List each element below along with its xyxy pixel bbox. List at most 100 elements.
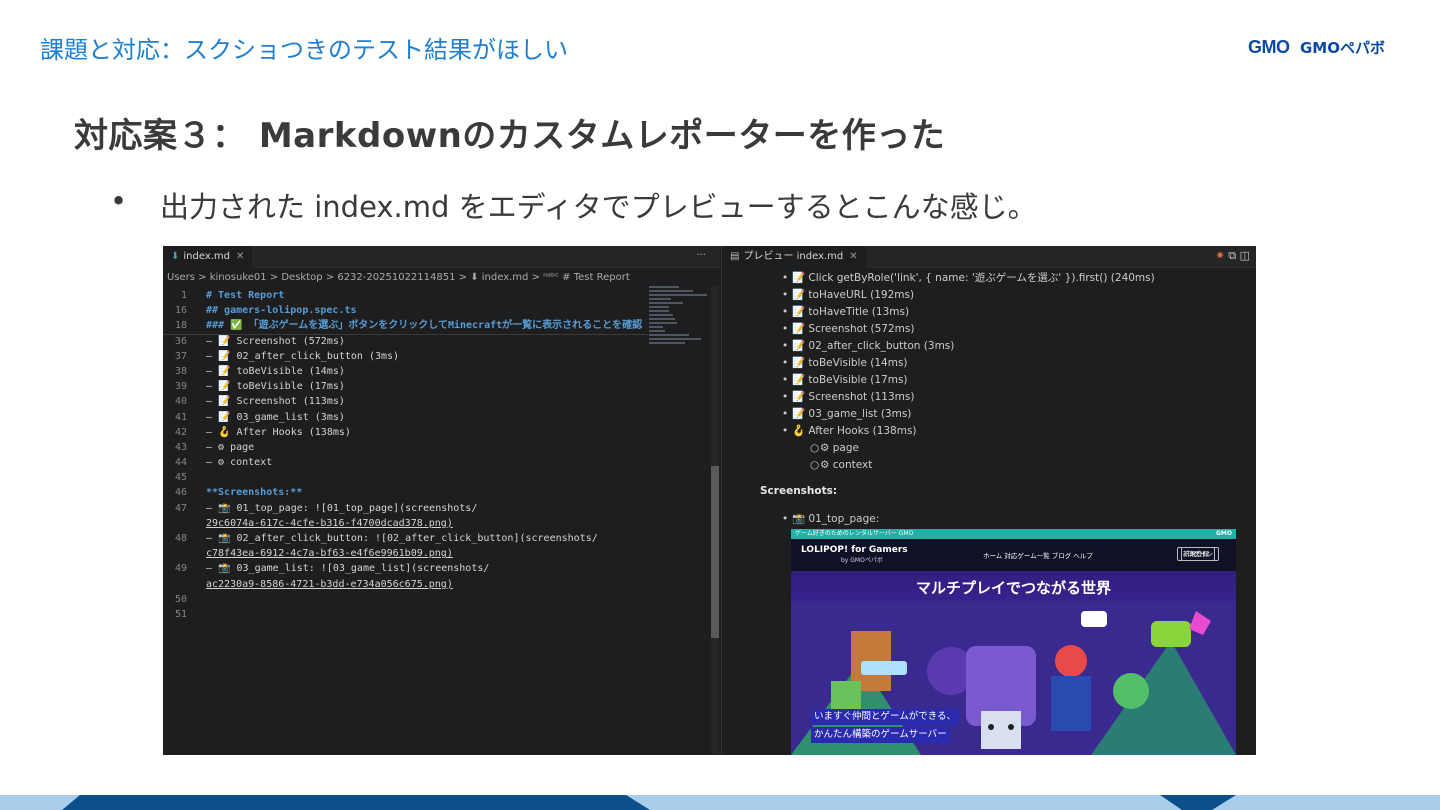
line-number: 48 [174,533,187,544]
code-line[interactable]: c78f43ea-6912-4c7a-bf63-e4f6e9961b09.png… [163,546,713,561]
preview-list-item: • 📝 03_game_list (3ms) [722,406,1256,423]
site-nav: LOLIPOP! for Gamers by GMOペパボ ホーム 対応ゲーム一… [791,539,1236,571]
preview-item-text: 📝 toBeVisible (17ms) [792,374,908,386]
preview-sub-item-text: ⚙ context [820,459,873,471]
code-line[interactable]: 29c6074a-617c-4cfe-b316-f4700dcad378.png… [163,516,713,531]
line-number: 45 [174,472,187,484]
code-line[interactable]: 16 ## gamers-lolipop.spec.ts [163,303,713,318]
sub-bullet-dot: ○ [810,459,820,471]
code-line[interactable]: 38 – 📝 toBeVisible (14ms) [163,364,713,379]
code-line[interactable]: 40 – 📝 Screenshot (113ms) [163,394,713,409]
line-number: 36 [174,335,187,347]
slide-title: 対応案３： Markdownのカスタムレポーターを作った [74,116,946,156]
preview-list-item: • 📝 toBeVisible (14ms) [722,355,1256,372]
line-number: 39 [174,381,187,393]
line-text: – 📸 02_after_click_button: ![02_after_cl… [206,533,598,544]
line-text: – 📝 Screenshot (113ms) [206,396,345,408]
bullet-dot: • [782,340,789,352]
preview-item-text: 📝 02_after_click_button (3ms) [792,340,955,352]
bullet-dot: • [782,272,789,284]
site-screenshot-image: ゲーム好きのためのレンタルサーバー GMO GMO LOLIPOP! for G… [791,529,1236,755]
code-line[interactable]: ac2230a9-8586-4721-b3dd-e734a056c675.png… [163,577,713,592]
svg-text:GMO: GMO [1248,37,1290,57]
preview-item-text: 📝 toHaveURL (192ms) [792,289,915,301]
tab-label: プレビュー index.md [743,251,844,262]
code-line[interactable]: 46 **Screenshots:** [163,485,713,500]
screenshot-label: 📸 01_top_page: [792,513,880,525]
close-icon[interactable]: ✕ [236,251,244,262]
code-line[interactable]: 47 – 📸 01_top_page: ![01_top_page](screen… [163,501,713,516]
site-tagline-2: かんたん構築のゲームサーバー [811,727,950,743]
more-actions-icon[interactable]: ··· [696,246,706,266]
code-line[interactable]: 49 – 📸 03_game_list: ![03_game_list](scre… [163,561,713,576]
code-line[interactable]: 36 – 📝 Screenshot (572ms) [163,334,713,349]
sub-bullet-dot: ○ [810,442,820,454]
bullet-dot: • [782,357,789,369]
code-line[interactable]: 42 – 🪝 After Hooks (138ms) [163,425,713,440]
tab-index-md[interactable]: ⬇ index.md ✕ [163,246,253,268]
preview-item-text: 📝 Click getByRole('link', { name: '遊ぶゲーム… [792,272,1155,284]
code-line[interactable]: 39 – 📝 toBeVisible (17ms) [163,379,713,394]
code-line[interactable]: 41 – 📝 03_game_list (3ms) [163,410,713,425]
preview-list: • 📝 Click getByRole('link', { name: '遊ぶゲー… [722,270,1256,474]
preview-item-text: 📝 toBeVisible (14ms) [792,357,908,369]
breadcrumb[interactable]: Users > kinosuke01 > Desktop > 6232-2025… [167,272,630,283]
bullet-dot: • [782,306,789,318]
site-nav-links: ホーム 対応ゲーム一覧 ブログ ヘルプ [983,552,1093,560]
site-gmo-mark: GMO [1216,530,1232,537]
slide-section-title: 課題と対応：スクショつきのテスト結果がほしい [40,36,568,64]
code-line[interactable]: 44 – ⚙ context [163,455,713,470]
line-number: 47 [174,502,187,514]
preview-sub-item: ○ ⚙ page [722,440,1256,457]
line-text: c78f43ea-6912-4c7a-bf63-e4f6e9961b09.png… [206,548,453,560]
preview-tabbar: ▤ プレビュー index.md ✕ ✷ ⧉ ◫ [722,246,1256,268]
site-brand-sub: by GMOペパボ [841,557,883,564]
code-line[interactable]: 45 [163,470,713,485]
split-editor-icon[interactable]: ◫ [1240,249,1250,262]
tab-preview[interactable]: ▤ プレビュー index.md ✕ [722,246,866,268]
line-text: – 📝 03_game_list (3ms) [206,411,345,423]
bullet-dot: • [782,408,789,420]
bullet-dot: • [110,184,128,218]
preview-item-text: 📝 03_game_list (3ms) [792,408,912,420]
preview-item-text: 📝 Screenshot (113ms) [792,391,915,403]
line-number: 51 [174,608,187,620]
line-text: 29c6074a-617c-4cfe-b316-f4700dcad378.png… [206,517,453,529]
code-line[interactable]: 50 [163,592,713,607]
scrollbar-thumb[interactable] [711,466,719,638]
line-number: 43 [174,441,187,453]
preview-toolbar: ✷ ⧉ ◫ [1216,249,1250,263]
code-editor[interactable]: 1 # Test Report 16 ## gamers-lolipop.spec.t… [163,288,713,622]
code-line[interactable]: 37 – 📝 02_after_click_button (3ms) [163,349,713,364]
code-line[interactable]: 43 – ⚙ page [163,440,713,455]
line-text: # Test Report [206,290,285,301]
line-number: 16 [174,305,187,317]
site-topbar: ゲーム好きのためのレンタルサーバー GMO GMO [791,529,1236,539]
line-text: – 📝 02_after_click_button (3ms) [206,350,400,362]
preview-list-item: • 🪝 After Hooks (138ms) [722,423,1256,440]
code-line[interactable]: 18 ### ✅ 「遊ぶゲームを選ぶ」ボタンをクリックしてMinecraftが一覧… [163,318,713,333]
bullet-dot: • [782,391,789,403]
line-text: **Screenshots:** [206,487,303,499]
preview-sub-item-text: ⚙ page [820,442,859,454]
vscode-screenshot: ⬇ index.md ✕ ··· Users > kinosuke01 > Desk… [163,246,1256,755]
minimap[interactable] [649,286,709,376]
close-icon[interactable]: ✕ [849,251,857,262]
code-line[interactable]: 48 – 📸 02_after_click_button: ![02_after_… [163,531,713,546]
code-line[interactable]: 51 [163,607,713,622]
code-line[interactable]: 1 # Test Report [163,288,713,303]
site-brand-name: LOLIPOP! for Gamers [801,545,908,555]
preview-list-item: • 📝 02_after_click_button (3ms) [722,338,1256,355]
line-number: 42 [174,426,187,438]
preview-item-text: 📝 toHaveTitle (13ms) [792,306,910,318]
preview-item-text: 📝 Screenshot (572ms) [792,323,915,335]
open-source-icon[interactable]: ⧉ [1228,249,1236,262]
bullet-dot: • [782,289,789,301]
line-number: 37 [174,350,187,362]
spark-icon[interactable]: ✷ [1216,249,1225,262]
line-number: 1 [180,290,187,301]
bullet-text: 出力された index.md をエディタでプレビューするとこんな感じ。 [160,190,1037,224]
preview-list-item: • 📝 Screenshot (572ms) [722,321,1256,338]
line-text: – ⚙ context [206,457,273,469]
line-number: 40 [174,396,187,408]
